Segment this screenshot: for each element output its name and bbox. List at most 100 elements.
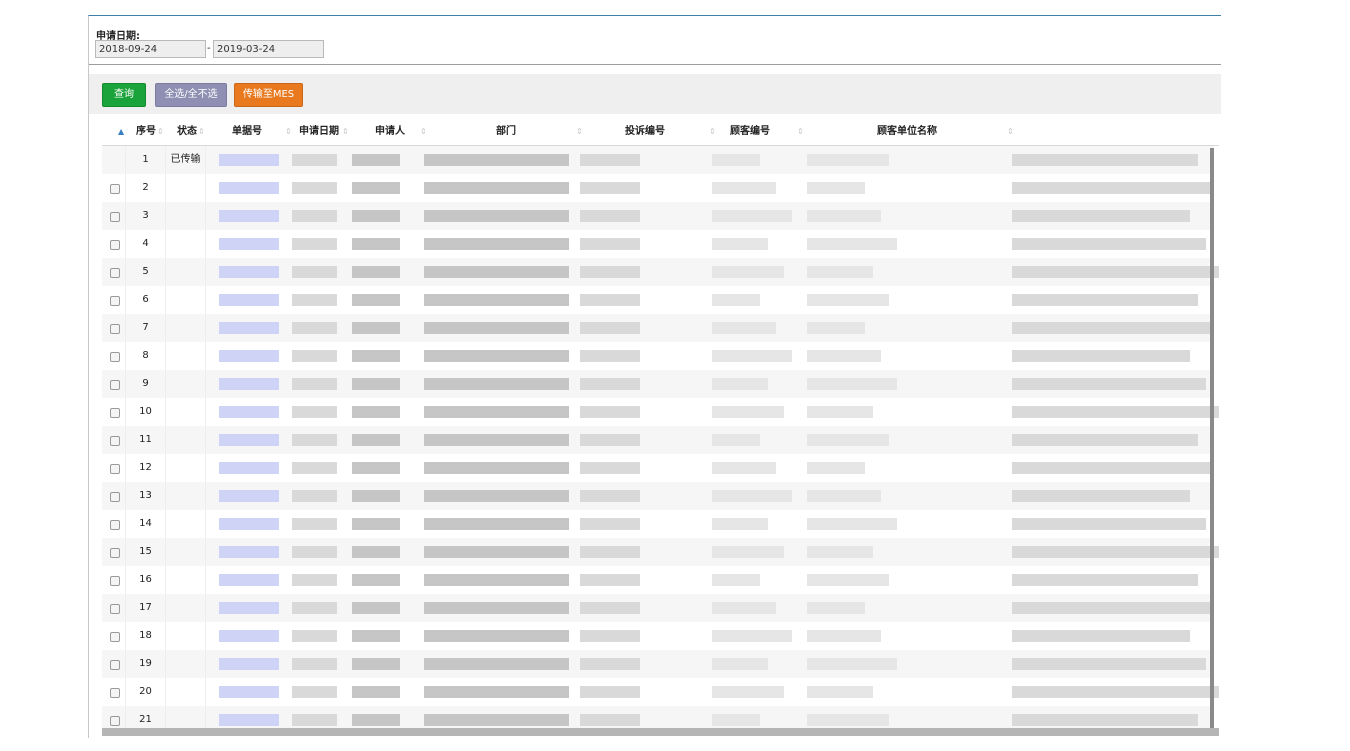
obscured-cell[interactable] (219, 658, 279, 670)
obscured-cell (580, 238, 640, 250)
obscured-cell[interactable] (219, 322, 279, 334)
select-all-button[interactable]: 全选/全不选 (155, 83, 227, 107)
vertical-scrollbar[interactable] (1210, 148, 1214, 728)
obscured-cell[interactable] (219, 714, 279, 726)
table-row[interactable]: 15 (102, 538, 1219, 567)
table-row[interactable]: 1 已传输 (102, 146, 1214, 175)
obscured-cell[interactable] (219, 182, 279, 194)
row-checkbox[interactable] (110, 324, 120, 334)
row-checkbox-cell (102, 174, 126, 202)
obscured-cell[interactable] (219, 406, 279, 418)
sort-icon[interactable]: ⇕ (285, 119, 292, 145)
row-checkbox-cell (102, 594, 126, 622)
obscured-cell[interactable] (219, 462, 279, 474)
obscured-cell[interactable] (219, 518, 279, 530)
table-row[interactable]: 7 (102, 314, 1214, 343)
row-checkbox[interactable] (110, 296, 120, 306)
column-header-no[interactable]: 序号 (136, 119, 156, 145)
row-checkbox[interactable] (110, 436, 120, 446)
row-checkbox[interactable] (110, 352, 120, 362)
date-to-input[interactable]: 2019-03-24 (213, 40, 324, 58)
table-row[interactable]: 17 (102, 594, 1214, 623)
table-row[interactable]: 6 (102, 286, 1214, 315)
sort-icon[interactable]: ⇕ (709, 119, 716, 145)
row-checkbox[interactable] (110, 380, 120, 390)
column-header-complaint-no[interactable]: 投诉编号 (620, 119, 670, 145)
obscured-cell[interactable] (219, 378, 279, 390)
obscured-cell[interactable] (219, 266, 279, 278)
obscured-cell[interactable] (219, 602, 279, 614)
row-checkbox[interactable] (110, 212, 120, 222)
sort-icon[interactable]: ⇕ (1007, 119, 1014, 145)
table-row[interactable]: 4 (102, 230, 1214, 259)
sort-icon[interactable]: ⇕ (157, 119, 164, 145)
row-checkbox[interactable] (110, 604, 120, 614)
row-checkbox-cell (102, 398, 126, 426)
table-row[interactable]: 8 (102, 342, 1214, 371)
obscured-cell[interactable] (219, 238, 279, 250)
obscured-cell[interactable] (219, 294, 279, 306)
obscured-cell (292, 518, 337, 530)
transfer-to-mes-button[interactable]: 传输至MES (234, 83, 303, 107)
column-header-doc-no[interactable]: 单据号 (227, 119, 267, 145)
row-checkbox[interactable] (110, 548, 120, 558)
row-checkbox[interactable] (110, 464, 120, 474)
column-header-applicant[interactable]: 申请人 (370, 119, 410, 145)
sort-icon[interactable]: ⇕ (797, 119, 804, 145)
column-header-customer-name[interactable]: 顾客单位名称 (872, 119, 942, 145)
obscured-cell[interactable] (219, 574, 279, 586)
row-status (166, 202, 206, 230)
obscured-cell[interactable] (219, 546, 279, 558)
row-checkbox[interactable] (110, 716, 120, 726)
table-row[interactable]: 20 (102, 678, 1219, 707)
row-checkbox[interactable] (110, 576, 120, 586)
obscured-cell[interactable] (219, 630, 279, 642)
obscured-cell (424, 182, 569, 194)
row-checkbox[interactable] (110, 632, 120, 642)
column-header-department[interactable]: 部门 (486, 119, 526, 145)
row-checkbox[interactable] (110, 184, 120, 194)
row-checkbox[interactable] (110, 660, 120, 670)
row-checkbox[interactable] (110, 688, 120, 698)
table-row[interactable]: 3 (102, 202, 1214, 231)
sort-icon[interactable]: ⇕ (342, 119, 349, 145)
table-row[interactable]: 11 (102, 426, 1214, 455)
date-from-input[interactable]: 2018-09-24 (95, 40, 206, 58)
obscured-cell[interactable] (219, 434, 279, 446)
table-row[interactable]: 9 (102, 370, 1214, 399)
obscured-cell[interactable] (219, 210, 279, 222)
row-status (166, 286, 206, 314)
obscured-cell[interactable] (219, 686, 279, 698)
row-checkbox[interactable] (110, 240, 120, 250)
obscured-cell (352, 714, 400, 726)
table-row[interactable]: 16 (102, 566, 1214, 595)
query-button[interactable]: 查询 (102, 83, 146, 107)
obscured-cell (424, 322, 569, 334)
column-header-status[interactable]: 状态 (177, 119, 197, 145)
column-header-customer-no[interactable]: 顾客编号 (730, 119, 770, 145)
horizontal-scrollbar[interactable] (102, 728, 1219, 736)
sort-icon[interactable]: ⇕ (576, 119, 583, 145)
row-checkbox[interactable] (110, 492, 120, 502)
table-row[interactable]: 5 (102, 258, 1219, 287)
row-checkbox[interactable] (110, 408, 120, 418)
obscured-cell (424, 462, 569, 474)
column-header-apply-date[interactable]: 申请日期 (299, 119, 339, 145)
table-row[interactable]: 10 (102, 398, 1219, 427)
row-checkbox[interactable] (110, 268, 120, 278)
table-row[interactable]: 14 (102, 510, 1214, 539)
obscured-cell[interactable] (219, 490, 279, 502)
sort-icon[interactable]: ⇕ (420, 119, 427, 145)
sort-icon[interactable]: ⇕ (198, 119, 205, 145)
obscured-cell[interactable] (219, 154, 279, 166)
obscured-cell (580, 266, 640, 278)
table-row[interactable]: 12 (102, 454, 1214, 483)
table-row[interactable]: 19 (102, 650, 1214, 679)
table-row[interactable]: 13 (102, 482, 1214, 511)
sort-asc-icon[interactable]: ▲ (118, 119, 124, 145)
obscured-cell (712, 490, 792, 502)
obscured-cell[interactable] (219, 350, 279, 362)
row-checkbox[interactable] (110, 520, 120, 530)
table-row[interactable]: 2 (102, 174, 1214, 203)
table-row[interactable]: 18 (102, 622, 1214, 651)
